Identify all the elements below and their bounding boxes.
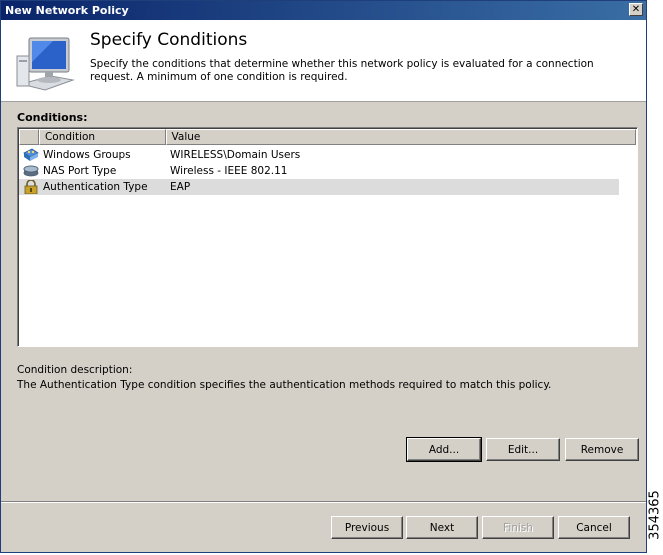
network-port-icon (23, 165, 39, 177)
condition-value: Wireless - IEEE 802.11 (170, 165, 288, 177)
title-bar[interactable]: New Network Policy ✕ (1, 1, 646, 20)
new-network-policy-window: New Network Policy ✕ Specify Conditions … (0, 0, 647, 553)
condition-description-label: Condition description: (17, 364, 133, 376)
condition-row[interactable]: Windows Groups WIRELESS\Domain Users (19, 147, 619, 163)
page-description: Specify the conditions that determine wh… (90, 58, 594, 83)
edit-button[interactable]: Edit... (486, 438, 560, 461)
condition-row[interactable]: Authentication Type EAP (19, 179, 619, 195)
column-header-icon[interactable] (19, 129, 39, 145)
cancel-button[interactable]: Cancel (558, 516, 630, 539)
condition-name: Authentication Type (43, 181, 148, 193)
list-header: Condition Value (19, 129, 636, 145)
computer-monitor-icon (16, 37, 75, 91)
remove-button[interactable]: Remove (565, 438, 639, 461)
condition-value: EAP (170, 181, 191, 193)
figure-id-number: 354365 (647, 489, 663, 540)
column-header-value[interactable]: Value (165, 129, 636, 145)
condition-name: NAS Port Type (43, 165, 117, 177)
conditions-label: Conditions: (17, 111, 88, 124)
close-icon: ✕ (631, 4, 641, 15)
page-title: Specify Conditions (90, 30, 248, 50)
next-button[interactable]: Next (406, 516, 478, 539)
window-title: New Network Policy (5, 4, 129, 17)
finish-button[interactable]: Finish (482, 516, 554, 539)
close-button[interactable]: ✕ (629, 3, 643, 16)
condition-name: Windows Groups (43, 149, 131, 161)
condition-row[interactable]: NAS Port Type Wireless - IEEE 802.11 (19, 163, 619, 179)
footer-separator (1, 501, 646, 503)
conditions-list[interactable]: Condition Value Windows Groups WIRELESS\… (17, 127, 638, 347)
figure-id: 354365 (647, 474, 663, 555)
condition-description-text: The Authentication Type condition specif… (17, 379, 552, 391)
column-header-condition[interactable]: Condition (38, 129, 166, 145)
add-button[interactable]: Add... (406, 437, 482, 462)
users-group-icon (23, 148, 39, 161)
condition-value: WIRELESS\Domain Users (170, 149, 301, 161)
padlock-icon (24, 180, 38, 194)
wizard-header: Specify Conditions Specify the condition… (1, 20, 646, 102)
previous-button[interactable]: Previous (331, 516, 403, 539)
